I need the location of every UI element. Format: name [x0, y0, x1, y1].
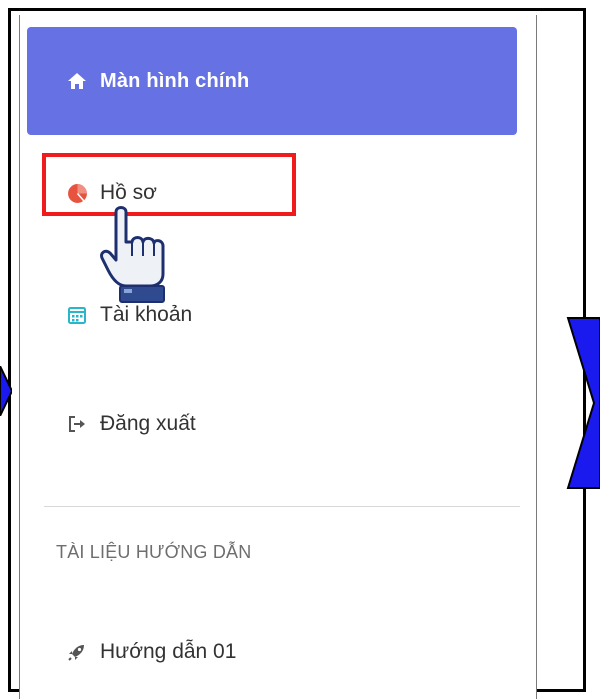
- chevron-right-icon: [566, 317, 600, 489]
- sidebar-item-label: Đăng xuất: [100, 412, 196, 435]
- pointing-hand-icon: [100, 206, 165, 303]
- tutorial-screenshot: Màn hình chính Hồ sơ Tài khoản Đăng xuất…: [0, 0, 600, 699]
- section-title: TÀI LIỆU HƯỚNG DẪN: [56, 542, 252, 562]
- sidebar-item-logout[interactable]: Đăng xuất: [27, 396, 517, 452]
- rocket-icon: [66, 641, 88, 663]
- sidebar-item-label: Hồ sơ: [100, 181, 157, 204]
- chevron-left-icon: [0, 366, 12, 416]
- sidebar-item-label: Tài khoản: [100, 303, 193, 326]
- sidebar-item-label: Màn hình chính: [100, 69, 250, 92]
- sidebar: Màn hình chính Hồ sơ Tài khoản Đăng xuất…: [19, 15, 537, 699]
- sidebar-item-home[interactable]: Màn hình chính: [27, 27, 517, 135]
- calendar-icon: [66, 304, 88, 326]
- sidebar-item-guide-01[interactable]: Hướng dẫn 01: [27, 624, 517, 680]
- home-icon: [66, 70, 88, 92]
- divider: [44, 506, 520, 507]
- sidebar-item-label: Hướng dẫn 01: [100, 640, 237, 663]
- pie-chart-icon: [66, 182, 88, 204]
- logout-icon: [66, 413, 88, 435]
